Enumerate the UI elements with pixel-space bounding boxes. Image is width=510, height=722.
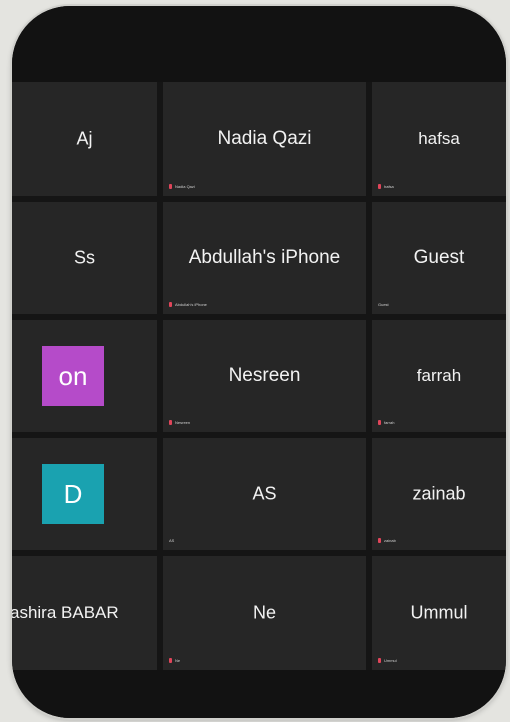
mic-muted-icon [378,420,381,425]
mic-muted-icon [169,658,172,663]
meeting-device-frame: Aj Nadia Qazi Nadia Qazi hafsa hafsa Ss … [12,6,506,718]
participant-tile-on[interactable]: on [12,320,157,432]
participant-name: AS [252,483,277,504]
participant-tile-aj[interactable]: Aj [12,82,157,196]
participant-label-text: Nesreen [175,420,191,425]
participant-tile-as[interactable]: AS AS [163,438,366,550]
mic-muted-icon [378,658,381,663]
participant-label: zainab [378,537,396,544]
participant-label: Ne [169,657,180,664]
participant-tile-ne[interactable]: Ne Ne [163,556,366,670]
participant-name: Ne [252,602,276,623]
participant-grid: Aj Nadia Qazi Nadia Qazi hafsa hafsa Ss … [12,82,506,670]
mic-muted-icon [169,184,172,189]
participant-name: Guest [413,247,465,268]
participant-name: Nesreen [228,365,301,386]
participant-label-text: hafsa [384,184,394,189]
participant-label-text: Ne [175,658,181,663]
participant-avatar: D [42,464,104,524]
participant-label: Abdullah's iPhone [169,301,207,308]
participant-name: farrah [416,366,462,385]
participant-tile-nadia-qazi[interactable]: Nadia Qazi Nadia Qazi [163,82,366,196]
participant-tile-ashira-babar[interactable]: ashira BABAR [12,556,157,670]
participant-label-text: Guest [378,302,389,307]
participant-label-text: Nadia Qazi [175,184,195,189]
participant-label-text: zainab [384,538,396,543]
participant-label-text: farrah [384,420,395,425]
mic-muted-icon [378,184,381,189]
participant-name: Ss [73,247,95,268]
participant-tile-ummul[interactable]: Ummul Ummul [372,556,506,670]
participant-name: zainab [412,483,466,504]
participant-name: Aj [76,128,93,149]
participant-name: Abdullah's iPhone [188,247,341,268]
participant-name: Nadia Qazi [217,128,312,149]
participant-tile-ss[interactable]: Ss [12,202,157,314]
participant-label-text: Abdullah's iPhone [175,302,207,307]
participant-label: farrah [378,419,394,426]
mic-muted-icon [169,302,172,307]
participant-avatar: on [42,346,104,406]
participant-tile-hafsa[interactable]: hafsa hafsa [372,82,506,196]
avatar-initials: D [63,478,83,509]
participant-tile-guest[interactable]: Guest Guest [372,202,506,314]
participant-tile-abdullahs-iphone[interactable]: Abdullah's iPhone Abdullah's iPhone [163,202,366,314]
participant-label: hafsa [378,183,394,190]
participant-name: Ummul [410,602,468,623]
participant-tile-farrah[interactable]: farrah farrah [372,320,506,432]
participant-label-text: AS [169,538,175,543]
participant-name: hafsa [418,129,460,148]
mic-muted-icon [169,420,172,425]
participant-label: Guest [378,301,389,308]
top-bar [12,6,506,82]
participant-tile-d[interactable]: D [12,438,157,550]
participant-tile-zainab[interactable]: zainab zainab [372,438,506,550]
participant-label: Ummul [378,657,397,664]
participant-label: Nesreen [169,419,190,426]
participant-label: AS [169,537,174,544]
participant-name: ashira BABAR [12,603,119,622]
participant-label: Nadia Qazi [169,183,195,190]
participant-label-text: Ummul [384,658,397,663]
participant-tile-nesreen[interactable]: Nesreen Nesreen [163,320,366,432]
avatar-initials: on [58,360,88,391]
mic-muted-icon [378,538,381,543]
bottom-bar [12,670,506,718]
